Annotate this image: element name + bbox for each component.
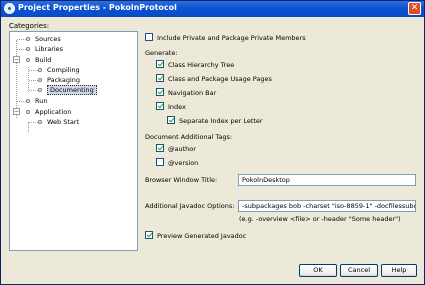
navigation-bar-checkbox[interactable]: Navigation Bar xyxy=(156,88,216,98)
checkbox-icon xyxy=(156,158,164,166)
app-icon xyxy=(4,3,15,14)
tree-item-run[interactable]: Run xyxy=(26,96,47,106)
categories-tree[interactable]: − − Sources Libraries Build Compiling Pa… xyxy=(9,31,138,251)
tree-item-web-start[interactable]: Web Start xyxy=(38,117,79,127)
include-private-checkbox[interactable]: Include Private and Package Private Memb… xyxy=(145,33,306,43)
tree-item-compiling[interactable]: Compiling xyxy=(38,65,80,75)
javadoc-hint: (e.g. -overview <file> or -header "Some … xyxy=(239,215,401,223)
project-properties-dialog: Project Properties - PokolnProtocol ✕ Ca… xyxy=(0,0,425,285)
checkbox-icon xyxy=(156,60,164,68)
checkbox-icon xyxy=(156,144,164,152)
class-hierarchy-checkbox[interactable]: Class Hierarchy Tree xyxy=(156,60,234,70)
checkbox-icon xyxy=(156,102,164,110)
browser-title-field[interactable]: PokolnDesktop xyxy=(238,174,416,186)
class-usage-checkbox[interactable]: Class and Package Usage Pages xyxy=(156,74,272,84)
help-button[interactable]: Help xyxy=(381,264,417,277)
browser-title-label: Browser Window Title: xyxy=(145,176,218,184)
tree-item-application[interactable]: Application xyxy=(26,107,71,117)
index-checkbox[interactable]: Index xyxy=(156,102,186,112)
build-expander-icon[interactable]: − xyxy=(13,56,20,63)
categories-label: Categories: xyxy=(9,22,50,30)
title-bar[interactable]: Project Properties - PokolnProtocol ✕ xyxy=(1,1,424,17)
checkbox-icon xyxy=(145,33,153,41)
tree-item-build[interactable]: Build xyxy=(26,55,51,65)
cancel-button[interactable]: Cancel xyxy=(340,264,378,277)
checkbox-icon xyxy=(156,88,164,96)
checkbox-icon xyxy=(145,231,153,239)
separate-index-checkbox[interactable]: Separate Index per Letter xyxy=(167,116,263,126)
application-expander-icon[interactable]: − xyxy=(13,108,20,115)
generate-label: Generate: xyxy=(145,49,178,57)
tree-item-libraries[interactable]: Libraries xyxy=(26,44,63,54)
author-checkbox[interactable]: @author xyxy=(156,144,196,154)
tree-item-sources[interactable]: Sources xyxy=(26,34,61,44)
window-title: Project Properties - PokolnProtocol xyxy=(18,3,177,12)
javadoc-options-label: Additional Javadoc Options: xyxy=(145,202,235,210)
doc-tags-label: Document Additional Tags: xyxy=(145,133,233,141)
javadoc-options-field[interactable]: -subpackages bob -charset "iso-8859-1" -… xyxy=(238,200,416,212)
close-icon[interactable]: ✕ xyxy=(408,2,421,15)
preview-javadoc-checkbox[interactable]: Preview Generated Javadoc xyxy=(145,231,246,241)
tree-item-packaging[interactable]: Packaging xyxy=(38,75,80,85)
checkbox-icon xyxy=(167,116,175,124)
tree-item-documenting[interactable]: Documenting xyxy=(38,85,97,95)
ok-button[interactable]: OK xyxy=(299,264,337,277)
checkbox-icon xyxy=(156,74,164,82)
version-checkbox[interactable]: @version xyxy=(156,158,198,168)
